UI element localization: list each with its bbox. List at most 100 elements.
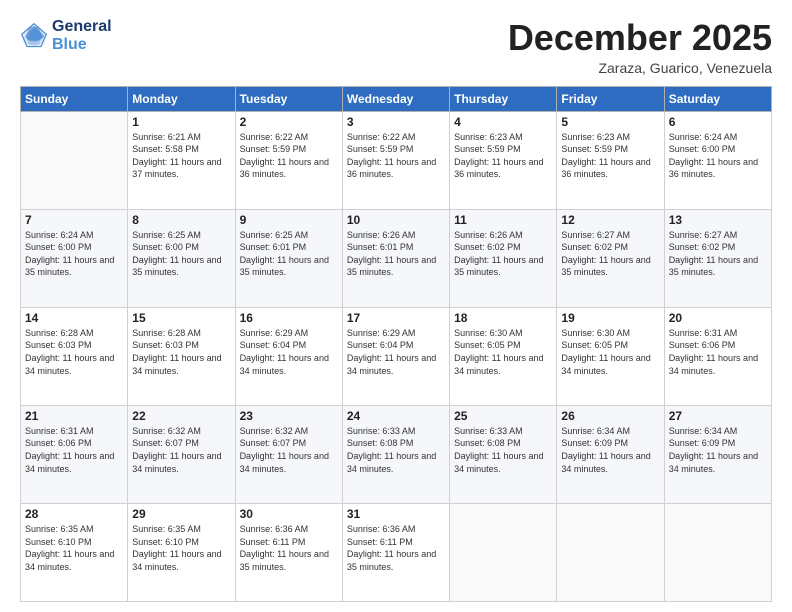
day-number: 5 <box>561 115 659 129</box>
cell-details: Sunrise: 6:26 AMSunset: 6:02 PMDaylight:… <box>454 229 552 279</box>
calendar-cell <box>557 503 664 601</box>
day-number: 20 <box>669 311 767 325</box>
day-number: 29 <box>132 507 230 521</box>
day-number: 22 <box>132 409 230 423</box>
calendar-cell: 9 Sunrise: 6:25 AMSunset: 6:01 PMDaylight… <box>235 209 342 307</box>
cell-details: Sunrise: 6:31 AMSunset: 6:06 PMDaylight:… <box>669 327 767 377</box>
calendar-cell: 6Sunrise: 6:24 AMSunset: 6:00 PMDaylight… <box>664 111 771 209</box>
calendar-cell: 1Sunrise: 6:21 AMSunset: 5:58 PMDaylight… <box>128 111 235 209</box>
cell-details: Sunrise: 6:24 AMSunset: 6:00 PMDaylight:… <box>25 229 123 279</box>
calendar-cell: 21 Sunrise: 6:31 AMSunset: 6:06 PMDayligh… <box>21 405 128 503</box>
cell-details: Sunrise: 6:29 AMSunset: 6:04 PMDaylight:… <box>347 327 445 377</box>
day-number: 16 <box>240 311 338 325</box>
calendar-week-row: 1Sunrise: 6:21 AMSunset: 5:58 PMDaylight… <box>21 111 772 209</box>
cell-details: Sunrise: 6:34 AMSunset: 6:09 PMDaylight:… <box>669 425 767 475</box>
day-number: 14 <box>25 311 123 325</box>
calendar-cell: 12 Sunrise: 6:27 AMSunset: 6:02 PMDayligh… <box>557 209 664 307</box>
cell-details: Sunrise: 6:25 AMSunset: 6:01 PMDaylight:… <box>240 229 338 279</box>
calendar-header-row: Sunday Monday Tuesday Wednesday Thursday… <box>21 86 772 111</box>
day-number: 24 <box>347 409 445 423</box>
logo: General Blue <box>20 18 112 55</box>
col-sunday: Sunday <box>21 86 128 111</box>
cell-details: Sunrise: 6:28 AMSunset: 6:03 PMDaylight:… <box>25 327 123 377</box>
day-number: 25 <box>454 409 552 423</box>
calendar-cell: 20 Sunrise: 6:31 AMSunset: 6:06 PMDayligh… <box>664 307 771 405</box>
calendar-cell: 24 Sunrise: 6:33 AMSunset: 6:08 PMDayligh… <box>342 405 449 503</box>
day-number: 9 <box>240 213 338 227</box>
calendar-cell: 22 Sunrise: 6:32 AMSunset: 6:07 PMDayligh… <box>128 405 235 503</box>
day-number: 27 <box>669 409 767 423</box>
cell-details: Sunrise: 6:29 AMSunset: 6:04 PMDaylight:… <box>240 327 338 377</box>
calendar-cell: 31Sunrise: 6:36 AMSunset: 6:11 PMDayligh… <box>342 503 449 601</box>
cell-details: Sunrise: 6:26 AMSunset: 6:01 PMDaylight:… <box>347 229 445 279</box>
page: General Blue December 2025 Zaraza, Guari… <box>0 0 792 612</box>
header: General Blue December 2025 Zaraza, Guari… <box>20 18 772 76</box>
location: Zaraza, Guarico, Venezuela <box>508 60 772 76</box>
col-wednesday: Wednesday <box>342 86 449 111</box>
cell-details: Sunrise: 6:31 AMSunset: 6:06 PMDaylight:… <box>25 425 123 475</box>
calendar-cell: 28 Sunrise: 6:35 AMSunset: 6:10 PMDayligh… <box>21 503 128 601</box>
calendar-cell: 4Sunrise: 6:23 AMSunset: 5:59 PMDaylight… <box>450 111 557 209</box>
calendar-week-row: 28 Sunrise: 6:35 AMSunset: 6:10 PMDayligh… <box>21 503 772 601</box>
calendar-cell <box>21 111 128 209</box>
calendar-cell: 7 Sunrise: 6:24 AMSunset: 6:00 PMDaylight… <box>21 209 128 307</box>
cell-details: Sunrise: 6:35 AMSunset: 6:10 PMDaylight:… <box>25 523 123 573</box>
cell-details: Sunrise: 6:35 AMSunset: 6:10 PMDaylight:… <box>132 523 230 573</box>
day-number: 2 <box>240 115 338 129</box>
calendar-cell: 10 Sunrise: 6:26 AMSunset: 6:01 PMDayligh… <box>342 209 449 307</box>
day-number: 4 <box>454 115 552 129</box>
day-number: 11 <box>454 213 552 227</box>
calendar-cell: 26Sunrise: 6:34 AMSunset: 6:09 PMDayligh… <box>557 405 664 503</box>
calendar-cell: 16 Sunrise: 6:29 AMSunset: 6:04 PMDayligh… <box>235 307 342 405</box>
day-number: 10 <box>347 213 445 227</box>
day-number: 7 <box>25 213 123 227</box>
day-number: 21 <box>25 409 123 423</box>
cell-details: Sunrise: 6:33 AMSunset: 6:08 PMDaylight:… <box>347 425 445 475</box>
col-tuesday: Tuesday <box>235 86 342 111</box>
day-number: 18 <box>454 311 552 325</box>
col-saturday: Saturday <box>664 86 771 111</box>
calendar-cell: 8 Sunrise: 6:25 AMSunset: 6:00 PMDaylight… <box>128 209 235 307</box>
cell-details: Sunrise: 6:36 AMSunset: 6:11 PMDaylight:… <box>347 523 445 573</box>
cell-details: Sunrise: 6:25 AMSunset: 6:00 PMDaylight:… <box>132 229 230 279</box>
calendar-cell: 19Sunrise: 6:30 AMSunset: 6:05 PMDayligh… <box>557 307 664 405</box>
cell-details: Sunrise: 6:32 AMSunset: 6:07 PMDaylight:… <box>132 425 230 475</box>
calendar-week-row: 21 Sunrise: 6:31 AMSunset: 6:06 PMDayligh… <box>21 405 772 503</box>
cell-details: Sunrise: 6:22 AMSunset: 5:59 PMDaylight:… <box>347 131 445 181</box>
cell-details: Sunrise: 6:23 AMSunset: 5:59 PMDaylight:… <box>561 131 659 181</box>
cell-details: Sunrise: 6:32 AMSunset: 6:07 PMDaylight:… <box>240 425 338 475</box>
calendar-cell: 29 Sunrise: 6:35 AMSunset: 6:10 PMDayligh… <box>128 503 235 601</box>
cell-details: Sunrise: 6:33 AMSunset: 6:08 PMDaylight:… <box>454 425 552 475</box>
day-number: 28 <box>25 507 123 521</box>
calendar-cell: 14 Sunrise: 6:28 AMSunset: 6:03 PMDayligh… <box>21 307 128 405</box>
day-number: 23 <box>240 409 338 423</box>
cell-details: Sunrise: 6:30 AMSunset: 6:05 PMDaylight:… <box>561 327 659 377</box>
day-number: 1 <box>132 115 230 129</box>
day-number: 15 <box>132 311 230 325</box>
day-number: 13 <box>669 213 767 227</box>
day-number: 30 <box>240 507 338 521</box>
calendar-cell: 5 Sunrise: 6:23 AMSunset: 5:59 PMDaylight… <box>557 111 664 209</box>
calendar-cell: 2Sunrise: 6:22 AMSunset: 5:59 PMDaylight… <box>235 111 342 209</box>
day-number: 12 <box>561 213 659 227</box>
calendar-cell <box>450 503 557 601</box>
day-number: 8 <box>132 213 230 227</box>
calendar-week-row: 14 Sunrise: 6:28 AMSunset: 6:03 PMDayligh… <box>21 307 772 405</box>
day-number: 17 <box>347 311 445 325</box>
calendar-cell: 18 Sunrise: 6:30 AMSunset: 6:05 PMDayligh… <box>450 307 557 405</box>
calendar-cell: 25 Sunrise: 6:33 AMSunset: 6:08 PMDayligh… <box>450 405 557 503</box>
col-monday: Monday <box>128 86 235 111</box>
cell-details: Sunrise: 6:27 AMSunset: 6:02 PMDaylight:… <box>669 229 767 279</box>
calendar-cell: 13 Sunrise: 6:27 AMSunset: 6:02 PMDayligh… <box>664 209 771 307</box>
cell-details: Sunrise: 6:34 AMSunset: 6:09 PMDaylight:… <box>561 425 659 475</box>
calendar-cell: 15 Sunrise: 6:28 AMSunset: 6:03 PMDayligh… <box>128 307 235 405</box>
month-title: December 2025 <box>508 18 772 58</box>
cell-details: Sunrise: 6:27 AMSunset: 6:02 PMDaylight:… <box>561 229 659 279</box>
cell-details: Sunrise: 6:30 AMSunset: 6:05 PMDaylight:… <box>454 327 552 377</box>
cell-details: Sunrise: 6:28 AMSunset: 6:03 PMDaylight:… <box>132 327 230 377</box>
cell-details: Sunrise: 6:24 AMSunset: 6:00 PMDaylight:… <box>669 131 767 181</box>
calendar-cell: 3Sunrise: 6:22 AMSunset: 5:59 PMDaylight… <box>342 111 449 209</box>
calendar-cell: 23 Sunrise: 6:32 AMSunset: 6:07 PMDayligh… <box>235 405 342 503</box>
calendar-table: Sunday Monday Tuesday Wednesday Thursday… <box>20 86 772 602</box>
calendar-cell: 27 Sunrise: 6:34 AMSunset: 6:09 PMDayligh… <box>664 405 771 503</box>
